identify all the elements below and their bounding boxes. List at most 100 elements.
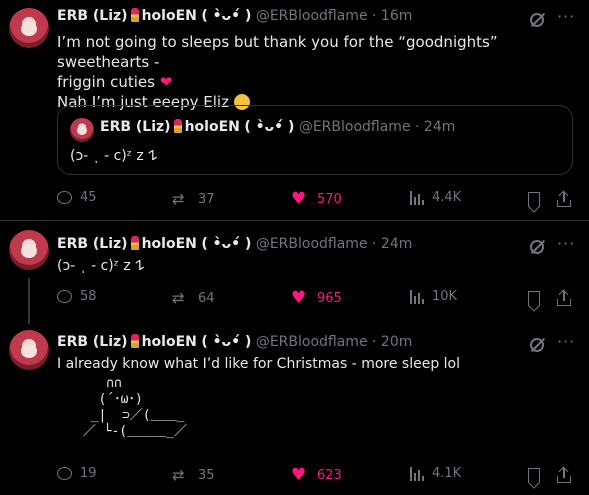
separator-dot: · (372, 334, 377, 350)
views-count: 4.4K (432, 190, 462, 205)
lipstick-emoji (130, 334, 139, 348)
avatar[interactable] (9, 330, 49, 370)
views-icon (410, 289, 424, 304)
views-count: 4.1K (432, 466, 462, 481)
heart-icon: ♥ (291, 465, 307, 485)
quote-time: 24m (423, 119, 456, 135)
separator-dot: · (372, 8, 377, 24)
repost-button[interactable]: ⇄ 64 (172, 289, 215, 307)
tweet-header: ERB (Liz) holoEN ( •̀ᴗ•́ ) @ERBloodflame … (57, 236, 412, 252)
reply-count: 45 (80, 190, 97, 205)
heart-emoji: ❤ (159, 73, 173, 91)
share-icon[interactable] (557, 466, 571, 483)
author-name[interactable]: ERB (Liz) (57, 236, 128, 252)
quote-author-org: holoEN (184, 119, 240, 135)
author-handle[interactable]: @ERBloodflame (256, 334, 368, 350)
views-count: 10K (432, 289, 458, 304)
avatar[interactable] (9, 8, 49, 48)
repost-icon: ⇄ (172, 466, 185, 484)
reply-count: 58 (80, 289, 97, 304)
ascii-art: ∩∩ (´･ω･) _| ⊃／(＿＿_ ／ └-(＿＿＿_／ (82, 376, 187, 439)
action-bar: 19 ⇄ 35 ♥ 623 4.1K (57, 466, 577, 486)
quote-avatar (70, 118, 94, 142)
repost-icon: ⇄ (172, 289, 185, 307)
tweet-time[interactable]: 16m (381, 8, 412, 24)
like-count: 570 (317, 191, 342, 207)
like-button[interactable]: ♥ 965 (291, 289, 342, 307)
separator-dot: · (415, 119, 420, 135)
quote-text: (ↄ- ͺ - c)ᶻ z 𐰁 (70, 148, 158, 164)
reply-count: 19 (80, 466, 97, 481)
tweet-header: ERB (Liz) holoEN ( •̀ᴗ•́ ) @ERBloodflame … (57, 8, 412, 24)
like-count: 965 (317, 290, 342, 306)
tweet-2[interactable]: ERB (Liz) holoEN ( •̀ᴗ•́ ) @ERBloodflame … (0, 226, 589, 320)
author-handle[interactable]: @ERBloodflame (256, 236, 368, 252)
share-icon[interactable] (557, 289, 571, 306)
repost-count: 64 (198, 290, 215, 306)
author-face[interactable]: ( •̀ᴗ•́ ) (201, 334, 251, 350)
divider (0, 220, 589, 221)
repost-icon: ⇄ (172, 190, 185, 208)
tweet-text: I already know what I’d like for Christm… (57, 356, 461, 372)
action-bar: 45 ⇄ 37 ♥ 570 4.4K (57, 190, 577, 210)
separator-dot: · (372, 236, 377, 252)
tweet-text: I’m not going to sleeps but thank you fo… (57, 32, 589, 112)
grok-icon[interactable] (530, 240, 544, 254)
repost-count: 35 (198, 467, 215, 483)
bookmark-icon[interactable] (528, 291, 540, 306)
author-org[interactable]: holoEN (142, 8, 197, 24)
views-button[interactable]: 4.4K (410, 190, 461, 205)
tweet-time[interactable]: 20m (381, 334, 412, 350)
author-org[interactable]: holoEN (142, 334, 197, 350)
lipstick-emoji (130, 8, 139, 22)
like-count: 623 (317, 467, 342, 483)
bookmark-icon[interactable] (528, 192, 540, 207)
views-icon (410, 190, 424, 205)
tweet-text-line: friggin cuties ❤ (57, 72, 589, 92)
reply-button[interactable]: 58 (57, 289, 97, 304)
author-name[interactable]: ERB (Liz) (57, 334, 128, 350)
tweet-text: (ↄ- ͺ - c)ᶻ z 𐰁 (57, 258, 145, 274)
reply-button[interactable]: 45 (57, 190, 97, 205)
more-icon[interactable]: ··· (557, 7, 575, 26)
tweet-1[interactable]: ERB (Liz) holoEN ( •̀ᴗ•́ ) @ERBloodflame … (0, 0, 589, 220)
more-icon[interactable]: ··· (557, 234, 575, 253)
repost-count: 37 (198, 191, 215, 207)
tweet-header: ERB (Liz) holoEN ( •̀ᴗ•́ ) @ERBloodflame … (57, 334, 412, 350)
repost-button[interactable]: ⇄ 37 (172, 190, 215, 208)
share-icon[interactable] (557, 190, 571, 207)
quote-header: ERB (Liz) holoEN ( •̀ᴗ•́ ) @ERBloodflame … (100, 119, 455, 135)
tweet-3[interactable]: ERB (Liz) holoEN ( •̀ᴗ•́ ) @ERBloodflame … (0, 320, 589, 495)
more-icon[interactable]: ··· (557, 332, 575, 351)
views-button[interactable]: 4.1K (410, 466, 461, 481)
views-button[interactable]: 10K (410, 289, 457, 304)
grok-icon[interactable] (530, 13, 544, 27)
author-face[interactable]: ( •̀ᴗ•́ ) (201, 236, 251, 252)
heart-icon: ♥ (291, 189, 307, 209)
author-org[interactable]: holoEN (142, 236, 197, 252)
repost-button[interactable]: ⇄ 35 (172, 466, 215, 484)
grok-icon[interactable] (530, 338, 544, 352)
like-button[interactable]: ♥ 623 (291, 466, 342, 484)
bookmark-icon[interactable] (528, 468, 540, 483)
quote-author-face: ( •̀ᴗ•́ ) (244, 119, 295, 135)
action-bar: 58 ⇄ 64 ♥ 965 10K (57, 289, 577, 309)
author-handle[interactable]: @ERBloodflame (256, 8, 368, 24)
tweet-text-span: friggin cuties (57, 73, 155, 91)
tweet-time[interactable]: 24m (381, 236, 412, 252)
reply-icon (57, 290, 72, 303)
quoted-tweet[interactable]: ERB (Liz) holoEN ( •̀ᴗ•́ ) @ERBloodflame … (57, 105, 573, 175)
views-icon (410, 466, 424, 481)
reply-button[interactable]: 19 (57, 466, 97, 481)
reply-icon (57, 191, 72, 204)
lipstick-emoji (173, 119, 182, 133)
author-name[interactable]: ERB (Liz) (57, 8, 128, 24)
tweet-text-line: I’m not going to sleeps but thank you fo… (57, 33, 498, 71)
avatar[interactable] (9, 230, 49, 270)
reply-icon (57, 467, 72, 480)
author-face[interactable]: ( •̀ᴗ•́ ) (201, 8, 251, 24)
quote-author-handle: @ERBloodflame (298, 119, 411, 135)
heart-icon: ♥ (291, 288, 307, 308)
like-button[interactable]: ♥ 570 (291, 190, 342, 208)
lipstick-emoji (130, 236, 139, 250)
